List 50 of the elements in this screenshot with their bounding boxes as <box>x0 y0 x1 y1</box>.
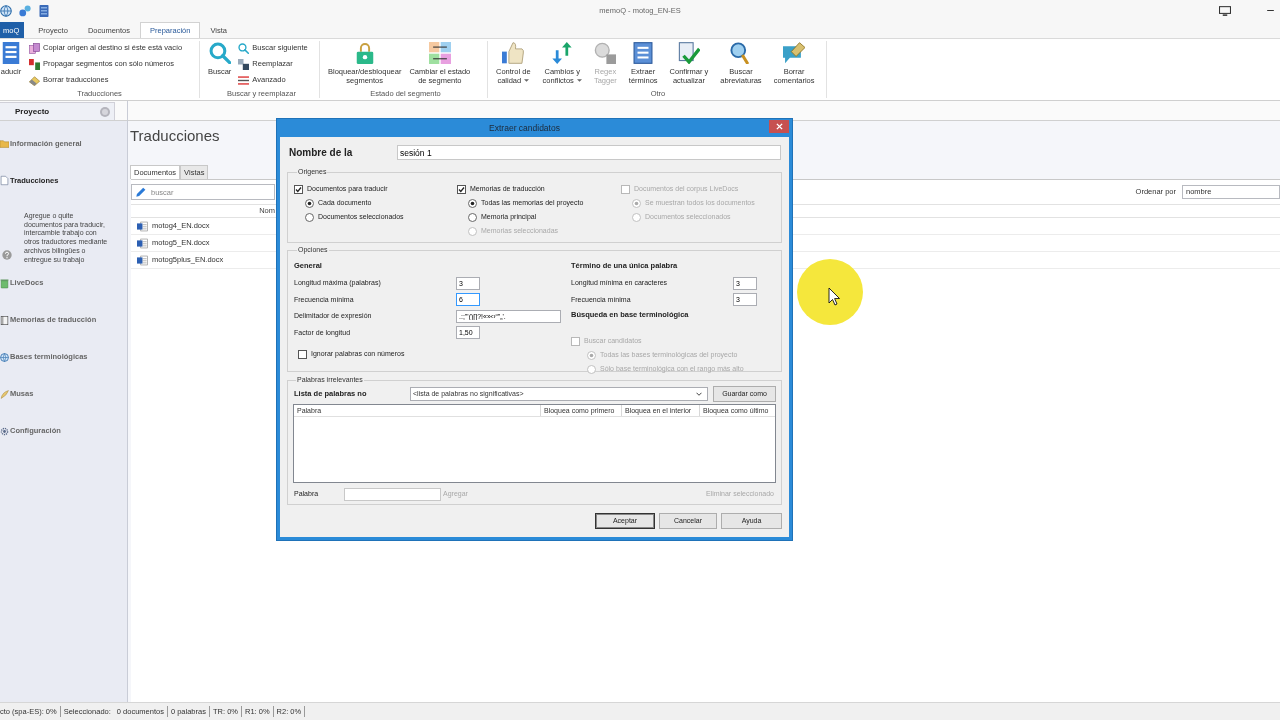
up-down-arrows-icon <box>551 42 574 64</box>
panel-title: Proyecto <box>15 105 50 118</box>
sliders-icon <box>238 74 250 86</box>
replace-icon <box>238 58 250 70</box>
status-tiles-icon <box>428 42 451 64</box>
word-document-icon <box>137 220 148 232</box>
squares-icon <box>29 58 40 70</box>
bin-icon <box>0 277 9 289</box>
word-document-icon <box>137 237 148 249</box>
radio-button[interactable] <box>305 212 314 222</box>
globe-icon <box>0 351 9 363</box>
pages-icon <box>29 42 40 54</box>
document-icon <box>0 175 9 186</box>
minimize-icon <box>1267 10 1274 11</box>
magnifier-icon <box>730 42 752 64</box>
thumbs-up-icon <box>502 42 525 64</box>
radio-button[interactable] <box>468 198 477 208</box>
feather-icon <box>0 388 9 400</box>
word-field[interactable] <box>344 487 441 501</box>
close-icon <box>100 106 110 117</box>
comment-eraser-icon <box>783 42 806 64</box>
monitor-icon <box>1219 5 1231 16</box>
radio-button[interactable] <box>305 198 314 208</box>
gear-icon <box>0 425 9 437</box>
close-icon <box>775 122 783 130</box>
search-icon <box>208 42 231 64</box>
list-icon <box>632 42 655 64</box>
eraser-icon <box>29 74 40 86</box>
folder-icon <box>0 138 9 149</box>
page-title: Traducciones <box>130 127 220 145</box>
magnifier-tag-icon <box>594 42 617 64</box>
word-document-icon <box>137 254 148 266</box>
search-icon <box>238 42 250 54</box>
chevron-icon <box>696 392 702 396</box>
document-check-icon <box>677 42 700 64</box>
session-name-field[interactable]: sesión 1 <box>397 145 781 160</box>
binder-icon <box>38 4 50 17</box>
mouse-pointer-icon <box>797 259 863 325</box>
checkbox[interactable] <box>298 349 307 359</box>
radio-button[interactable] <box>468 212 477 222</box>
globe-icon <box>0 4 12 17</box>
panel-tab[interactable]: Proyecto <box>0 102 115 120</box>
checkbox[interactable] <box>294 184 303 194</box>
gears-icon <box>19 4 31 17</box>
pencil-icon <box>136 187 146 197</box>
field-label: Nombre de la <box>288 146 354 160</box>
help-icon <box>2 249 12 260</box>
close-button[interactable] <box>769 119 789 133</box>
checkbox[interactable] <box>457 184 466 194</box>
dialog-title: Extraer candidatos <box>489 121 560 135</box>
